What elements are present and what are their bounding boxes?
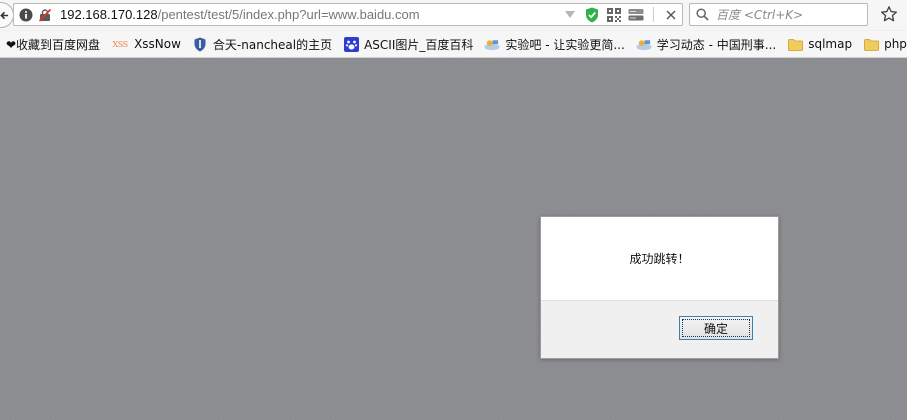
url-tools (559, 4, 682, 25)
bookmark-label: 学习动态 - 中国刑事... (656, 37, 777, 52)
insecure-lock-icon[interactable] (37, 7, 52, 22)
baidu-paw-icon (343, 36, 359, 52)
star-icon (880, 6, 898, 22)
arrow-left-icon (0, 11, 9, 19)
close-icon[interactable] (660, 4, 682, 25)
bookmark-label: sqlmap (808, 37, 853, 51)
ok-button[interactable]: 确定 (679, 316, 753, 340)
alert-dialog: 成功跳转！ 确定 (540, 216, 779, 359)
page-content-overlay: 成功跳转！ 确定 (0, 58, 907, 420)
info-icon[interactable] (18, 7, 33, 22)
bookmark-folder-sqlmap[interactable]: sqlmap (787, 33, 852, 55)
bookmarks-toolbar: ❤收藏到百度网盘 XSS XssNow 合天-nancheal的主页 ASCII… (0, 31, 907, 58)
bookmark-label: ❤收藏到百度网盘 (6, 37, 101, 52)
back-button[interactable] (0, 2, 14, 28)
bookmark-star-button[interactable] (879, 4, 899, 24)
url-path: /pentest/test/5/index.php?url=www.baidu.… (157, 7, 420, 22)
bookmark-hetian[interactable]: 合天-nancheal的主页 (192, 33, 332, 55)
alert-dialog-body: 成功跳转！ (541, 217, 778, 301)
search-input[interactable] (716, 7, 866, 22)
bookmark-folder-php[interactable]: php (863, 33, 907, 55)
folder-icon (863, 36, 879, 52)
bookmark-xuexi-dongtai[interactable]: 学习动态 - 中国刑事... (636, 33, 776, 55)
dropdown-arrow-icon[interactable] (559, 4, 581, 25)
url-tools-divider (653, 7, 654, 22)
bookmark-xssnow[interactable]: XSS XssNow (111, 33, 181, 55)
folder-icon (787, 36, 803, 52)
site-logo-icon (484, 36, 500, 52)
url-text[interactable]: 192.168.170.128/pentest/test/5/index.php… (60, 7, 420, 22)
alert-message: 成功跳转！ (629, 252, 690, 266)
site-logo-icon (636, 36, 652, 52)
xss-logo-icon: XSS (112, 39, 129, 49)
url-bar[interactable]: 192.168.170.128/pentest/test/5/index.php… (13, 3, 683, 26)
navigation-toolbar: 192.168.170.128/pentest/test/5/index.php… (0, 0, 907, 30)
shield-icon (192, 36, 208, 52)
bookmark-shiyanba[interactable]: 实验吧 - 让实验更简... (484, 33, 625, 55)
bookmark-ascii-baike[interactable]: ASCII图片_百度百科 (343, 33, 473, 55)
bookmark-label: php (884, 37, 907, 51)
bookmark-label: 合天-nancheal的主页 (212, 37, 333, 52)
bookmark-label: 实验吧 - 让实验更简... (505, 37, 625, 52)
search-bar[interactable] (689, 3, 868, 26)
server-icon[interactable] (625, 4, 647, 25)
qr-code-icon[interactable] (603, 4, 625, 25)
bookmark-label: ASCII图片_百度百科 (364, 37, 474, 52)
bookmark-baidu-pan[interactable]: ❤收藏到百度网盘 (6, 33, 100, 55)
search-icon (696, 8, 709, 21)
shield-check-icon[interactable] (581, 4, 603, 25)
bookmark-label: XssNow (134, 37, 181, 51)
url-host: 192.168.170.128 (60, 7, 158, 22)
